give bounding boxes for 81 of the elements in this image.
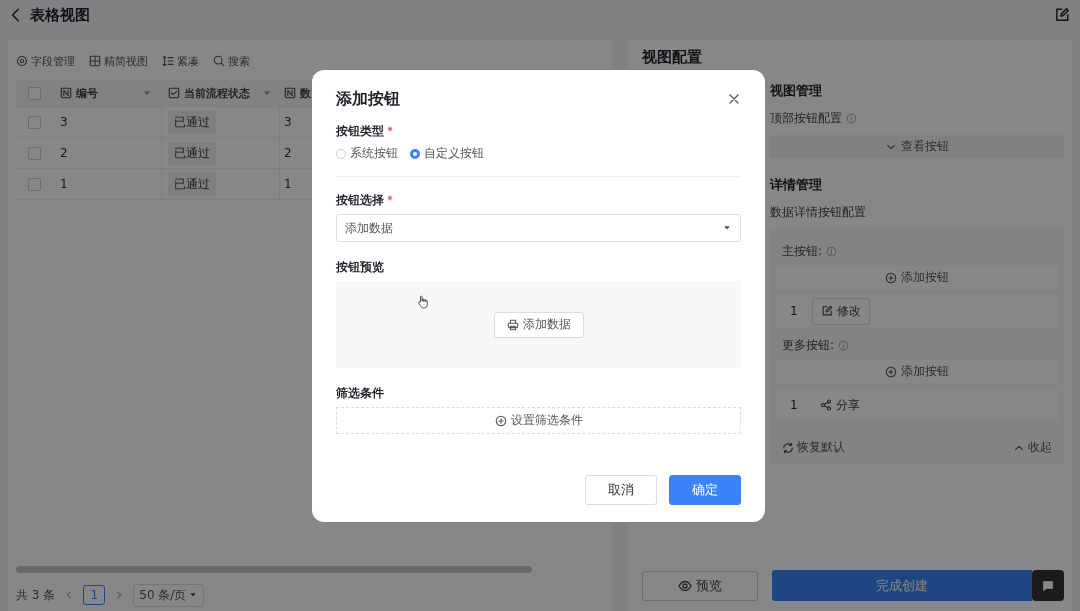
info-icon [826, 246, 838, 257]
add-button[interactable]: 添加按钮 [776, 266, 1058, 289]
field-label: 顶部按钮配置 [770, 110, 842, 127]
toolbar-button[interactable]: 搜索 [213, 53, 250, 69]
edit-icon [820, 305, 833, 317]
checkbox-field-icon [168, 87, 180, 99]
field-label: 按钮预览 [336, 260, 384, 275]
status-tag: 已通过 [168, 172, 216, 196]
toolbar-button[interactable]: 字段管理 [16, 53, 75, 69]
page-button[interactable]: 1 [83, 585, 106, 605]
radio-button[interactable] [410, 148, 420, 159]
preview-button[interactable]: 预览 [642, 570, 758, 601]
radio-option[interactable]: 系统按钮 [336, 145, 398, 162]
edit-icon[interactable] [1054, 7, 1070, 23]
hand-cursor-icon [417, 295, 429, 309]
row-checkbox[interactable] [27, 177, 41, 191]
total-count: 共 3 条 [16, 586, 56, 604]
field-label: 主按钮: [782, 243, 823, 260]
collapse-button[interactable]: 收起 [1013, 439, 1052, 456]
complete-button[interactable]: 完成创建 [772, 570, 1032, 601]
settings-icon [16, 55, 28, 67]
row-checkbox[interactable] [27, 146, 41, 160]
page-size-select[interactable]: 50 条/页 [133, 583, 205, 607]
refresh-icon [782, 441, 794, 454]
toolbar-button[interactable]: 紧凑 [162, 53, 199, 69]
chat-floating-button[interactable] [1032, 570, 1064, 601]
panel-title: 视图配置 [642, 48, 703, 68]
table-cell: 2 [60, 146, 68, 160]
section-title: 详情管理 [770, 176, 823, 194]
select-all-checkbox[interactable] [27, 86, 41, 100]
share-icon [819, 399, 832, 411]
table-cell: 3 [284, 115, 292, 129]
button-select[interactable]: 添加数据 [336, 214, 741, 242]
preview-data-button[interactable]: 添加数据 [493, 311, 584, 338]
field-label: 按钮选择 [336, 193, 384, 208]
table-cell: 3 [60, 115, 68, 129]
number-field-icon [284, 87, 296, 99]
scrollbar-thumb[interactable] [16, 566, 532, 573]
section-title: 视图管理 [770, 82, 823, 100]
column-title: 编号 [76, 85, 98, 101]
search-icon [213, 55, 225, 67]
confirm-button[interactable]: 确定 [669, 475, 741, 505]
row-height-icon [162, 55, 174, 67]
dialog-title: 添加按钮 [336, 88, 400, 110]
item-index: 1 [790, 398, 798, 412]
grid-icon [89, 55, 101, 67]
status-tag: 已通过 [168, 141, 216, 165]
item-index: 1 [790, 304, 798, 318]
add-button[interactable]: 添加按钮 [776, 360, 1058, 383]
printer-icon [506, 318, 519, 331]
add-icon [885, 271, 897, 284]
field-label: 筛选条件 [336, 386, 384, 401]
row-checkbox[interactable] [27, 115, 41, 129]
table-cell: 1 [60, 177, 68, 191]
table-cell: 2 [284, 146, 292, 160]
column-title: 数 [300, 85, 311, 101]
add-icon [494, 414, 507, 427]
view-buttons-toggle[interactable]: 查看按钮 [770, 135, 1064, 158]
number-field-icon [60, 87, 72, 99]
add-icon [885, 365, 897, 378]
cancel-button[interactable]: 取消 [585, 475, 657, 505]
field-label: 按钮类型 [336, 124, 384, 139]
table-cell: 1 [284, 177, 292, 191]
column-title: 当前流程状态 [184, 85, 250, 101]
radio-label: 自定义按钮 [424, 145, 484, 162]
toolbar-button[interactable]: 精简视图 [89, 53, 148, 69]
chat-icon [1042, 579, 1054, 592]
reset-button[interactable]: 恢复默认 [782, 439, 845, 456]
radio-option[interactable]: 自定义按钮 [410, 145, 484, 162]
field-label: 数据详情按钮配置 [770, 204, 866, 221]
info-icon [846, 113, 857, 124]
close-icon[interactable] [727, 92, 741, 106]
radio-label: 系统按钮 [350, 145, 398, 162]
page-title: 表格视图 [30, 5, 90, 25]
status-tag: 已通过 [168, 110, 216, 134]
eye-icon [678, 578, 692, 593]
item-button[interactable]: 分享 [811, 392, 868, 418]
item-button[interactable]: 修改 [811, 297, 870, 325]
info-icon [838, 340, 850, 351]
field-label: 更多按钮: [782, 337, 835, 354]
set-filter-button[interactable]: 设置筛选条件 [336, 407, 741, 434]
